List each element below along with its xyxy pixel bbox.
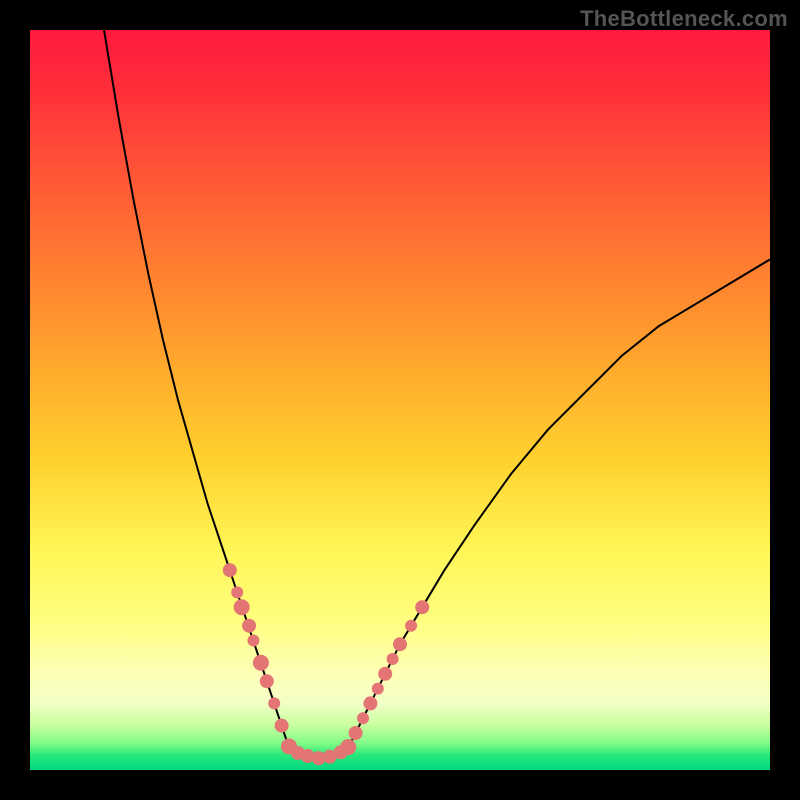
data-dot bbox=[231, 586, 243, 598]
curve-left-branch bbox=[104, 30, 289, 748]
data-dot bbox=[340, 739, 356, 755]
data-dot bbox=[363, 696, 377, 710]
data-dot bbox=[349, 726, 363, 740]
data-dot bbox=[415, 600, 429, 614]
data-dot bbox=[372, 683, 384, 695]
data-dot bbox=[253, 655, 269, 671]
data-dot bbox=[242, 619, 256, 633]
data-dot bbox=[247, 635, 259, 647]
data-dot bbox=[260, 674, 274, 688]
curve-layer bbox=[30, 30, 770, 770]
data-dot bbox=[275, 719, 289, 733]
data-dot bbox=[405, 620, 417, 632]
data-dot bbox=[223, 563, 237, 577]
plot-area bbox=[30, 30, 770, 770]
chart-stage: TheBottleneck.com bbox=[0, 0, 800, 800]
data-dot bbox=[378, 667, 392, 681]
data-dot bbox=[387, 653, 399, 665]
data-dot bbox=[393, 637, 407, 651]
data-dot bbox=[234, 599, 250, 615]
data-dot bbox=[268, 697, 280, 709]
watermark-text: TheBottleneck.com bbox=[580, 6, 788, 32]
curve-right-branch bbox=[348, 259, 770, 747]
data-dot bbox=[357, 712, 369, 724]
